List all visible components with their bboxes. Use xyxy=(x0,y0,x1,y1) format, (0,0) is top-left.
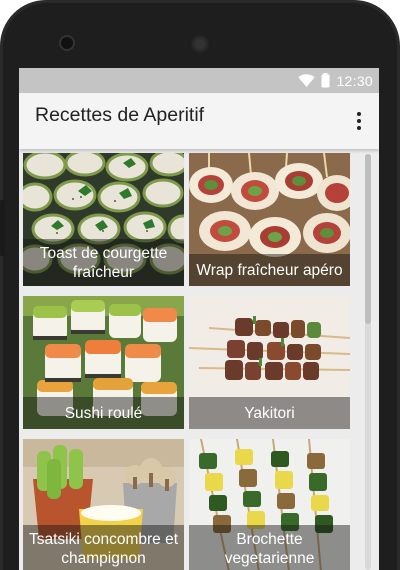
status-time: 12:30 xyxy=(336,72,373,89)
battery-icon xyxy=(321,73,330,88)
recipe-title: Tsatsiki concombre et champignon xyxy=(23,525,184,570)
wifi-icon xyxy=(298,73,316,87)
recipe-card[interactable]: Yakitori xyxy=(189,296,350,429)
scrollbar-thumb[interactable] xyxy=(365,154,371,324)
earpiece-speaker xyxy=(191,35,209,53)
recipe-title: Wrap fraîcheur apéro xyxy=(189,254,350,286)
recipe-title: Toast de courgette fraîcheur xyxy=(23,239,184,286)
recipe-title: Sushi roulé xyxy=(23,397,184,429)
recipe-card[interactable]: Wrap fraîcheur apéro xyxy=(189,153,350,286)
recipe-card[interactable]: Tsatsiki concombre et champignon xyxy=(23,439,184,570)
scrollbar[interactable] xyxy=(365,154,371,570)
recipe-title: Yakitori xyxy=(189,397,350,429)
screen: 12:30 Recettes de Aperitif Toast de cour… xyxy=(19,68,379,570)
app-bar: Recettes de Aperitif xyxy=(19,93,379,149)
volume-button xyxy=(0,200,5,256)
front-camera xyxy=(61,37,73,49)
more-vert-icon[interactable] xyxy=(347,109,371,133)
status-bar: 12:30 xyxy=(19,68,379,93)
recipe-title: Brochette vegetarienne xyxy=(189,525,350,570)
recipe-card[interactable]: Brochette vegetarienne xyxy=(189,439,350,570)
recipe-card[interactable]: Sushi roulé xyxy=(23,296,184,429)
app-title: Recettes de Aperitif xyxy=(35,104,205,126)
phone-frame: 12:30 Recettes de Aperitif Toast de cour… xyxy=(0,0,400,570)
recipe-card[interactable]: Toast de courgette fraîcheur xyxy=(23,153,184,286)
